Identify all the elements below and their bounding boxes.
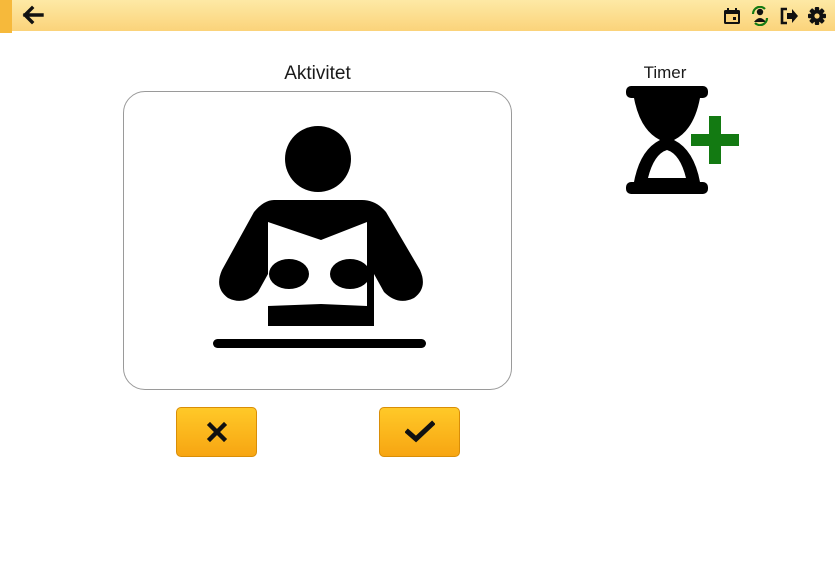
hourglass-add-icon[interactable] xyxy=(622,84,744,198)
user-sync-icon[interactable] xyxy=(750,6,770,26)
cancel-button[interactable] xyxy=(176,407,257,457)
confirm-button[interactable] xyxy=(379,407,460,457)
activity-title: Aktivitet xyxy=(284,63,351,84)
close-icon xyxy=(206,421,227,443)
calendar-icon[interactable] xyxy=(722,6,742,26)
sign-out-icon[interactable] xyxy=(779,6,799,26)
checkmark-icon xyxy=(404,420,435,443)
arrow-left-icon[interactable] xyxy=(22,5,44,25)
timer-label: Timer xyxy=(643,63,687,82)
gear-icon[interactable] xyxy=(807,6,827,26)
top-toolbar xyxy=(0,0,835,31)
activity-card[interactable] xyxy=(123,91,512,390)
toolbar-edge-marker xyxy=(0,0,12,33)
person-reading-icon xyxy=(213,126,426,348)
